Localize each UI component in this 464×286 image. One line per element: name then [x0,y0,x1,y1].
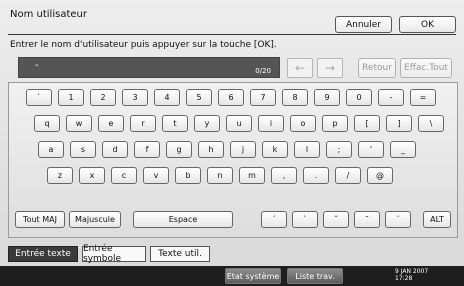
instruction-text: Entrer le nom d'utilisateur puis appuyer… [10,40,277,50]
key[interactable]: e [98,115,124,132]
key[interactable]: g [166,141,192,158]
cancel-button[interactable]: Annuler [335,16,392,33]
key[interactable]: 6 [218,89,244,106]
key[interactable]: c [111,167,137,184]
cursor-right-button[interactable]: → [317,58,343,78]
key[interactable]: _ [390,141,416,158]
key[interactable]: d [102,141,128,158]
accent-key[interactable]: ´ [261,211,287,228]
key[interactable]: 5 [186,89,212,106]
key[interactable]: t [162,115,188,132]
key[interactable]: q [34,115,60,132]
key[interactable]: b [175,167,201,184]
key[interactable]: [ [354,115,380,132]
key[interactable]: u [226,115,252,132]
key[interactable]: ` [26,89,52,106]
key[interactable]: - [378,89,404,106]
ok-button[interactable]: OK [399,16,456,33]
key[interactable]: . [303,167,329,184]
accent-key[interactable]: ¨ [385,211,411,228]
key[interactable]: a [38,141,64,158]
key[interactable]: s [70,141,96,158]
key[interactable]: 4 [154,89,180,106]
key[interactable]: \ [418,115,444,132]
key[interactable]: ] [386,115,412,132]
key[interactable]: y [194,115,220,132]
key[interactable]: / [335,167,361,184]
alt-key[interactable]: ALT [423,211,451,228]
effac-tout-button[interactable]: Effac.Tout [400,58,452,78]
key[interactable]: ' [358,141,384,158]
key[interactable]: h [198,141,224,158]
key[interactable]: @ [367,167,393,184]
entry-value: - [35,60,39,71]
key[interactable]: n [207,167,233,184]
key[interactable]: k [262,141,288,158]
key[interactable]: r [130,115,156,132]
key[interactable]: 1 [58,89,84,106]
key[interactable]: 7 [250,89,276,106]
liste-trav-button[interactable]: Liste trav. [287,268,343,284]
key[interactable]: , [271,167,297,184]
key[interactable]: 2 [90,89,116,106]
time-text: 17:28 [395,275,413,282]
majuscule-key[interactable]: Majuscule [69,211,121,228]
input-mode-tabs: Entrée texte Entrée symbole Texte util. [0,242,464,264]
page-title: Nom utilisateur [10,9,87,20]
key[interactable]: = [410,89,436,106]
espace-key[interactable]: Espace [133,211,233,228]
screen: Nom utilisateur Annuler OK Entrer le nom… [0,0,464,286]
key[interactable]: f [134,141,160,158]
username-entry-field[interactable]: - 0/20 [18,57,280,78]
key[interactable]: l [294,141,320,158]
key[interactable]: 3 [122,89,148,106]
key[interactable]: o [290,115,316,132]
title-divider [8,34,456,35]
character-count: 0/20 [255,67,271,75]
keyboard-panel: ` 1 2 3 4 5 6 7 8 9 0 - = q w e r t y u … [8,82,458,238]
tab-entree-texte[interactable]: Entrée texte [8,246,78,262]
status-bar: Etat système Liste trav. 9 JAN 2007 17:2… [0,266,464,286]
arrow-right-icon: → [324,61,336,75]
tout-maj-key[interactable]: Tout MAJ [15,211,65,228]
etat-systeme-button[interactable]: Etat système [225,268,281,284]
date-time: 9 JAN 2007 17:28 [395,268,428,282]
tab-texte-util[interactable]: Texte util. [150,246,210,262]
key[interactable]: w [66,115,92,132]
key[interactable]: 0 [346,89,372,106]
key[interactable]: ; [326,141,352,158]
title-bar: Nom utilisateur Annuler OK [0,0,464,34]
retour-button[interactable]: Retour [358,58,396,78]
cursor-left-button[interactable]: ← [287,58,313,78]
key[interactable]: i [258,115,284,132]
accent-key[interactable]: ` [292,211,318,228]
key[interactable]: j [230,141,256,158]
key[interactable]: p [322,115,348,132]
date-text: 9 JAN 2007 [395,268,429,275]
accent-key[interactable]: ˆ [323,211,349,228]
arrow-left-icon: ← [294,61,306,75]
accent-key[interactable]: ˜ [354,211,380,228]
key[interactable]: x [79,167,105,184]
key[interactable]: m [239,167,265,184]
key[interactable]: v [143,167,169,184]
key[interactable]: 8 [282,89,308,106]
key[interactable]: 9 [314,89,340,106]
key[interactable]: z [47,167,73,184]
tab-entree-symbole[interactable]: Entrée symbole [82,244,146,264]
